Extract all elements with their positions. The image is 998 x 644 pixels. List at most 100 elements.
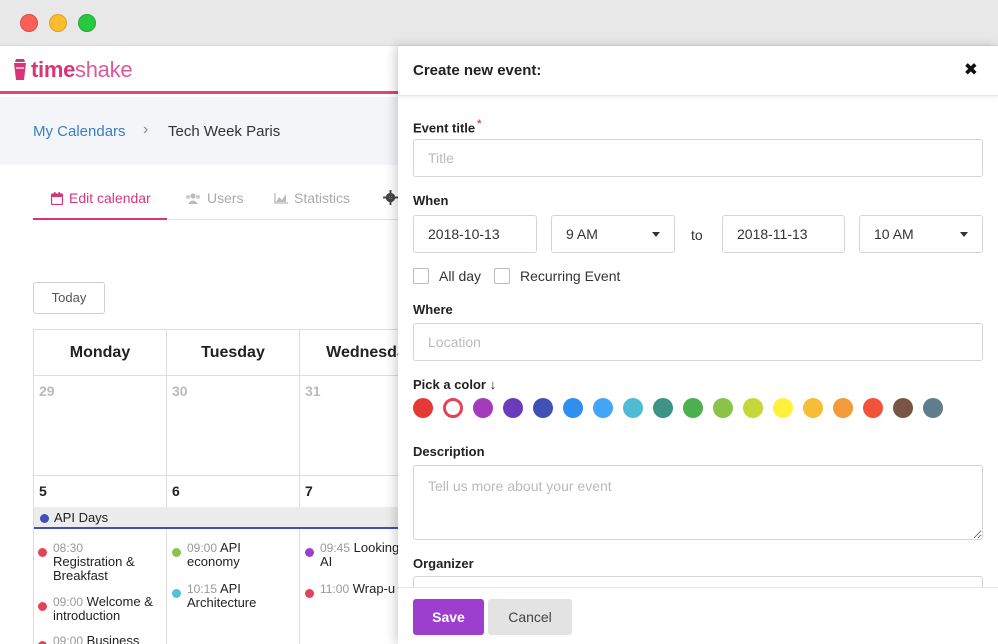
today-button[interactable]: Today xyxy=(33,282,105,314)
color-swatch[interactable] xyxy=(533,398,553,418)
event-time: 09:00 xyxy=(53,634,84,644)
event-time: 09:00 xyxy=(187,541,218,555)
event-item[interactable]: 09:00 API economy xyxy=(172,541,292,569)
event-time: 09:45 xyxy=(320,541,351,555)
maximize-window-button[interactable] xyxy=(78,14,96,32)
end-time-select[interactable]: 10 AM xyxy=(859,215,983,253)
users-icon xyxy=(186,192,200,204)
start-time-select[interactable]: 9 AM xyxy=(551,215,675,253)
color-swatch[interactable] xyxy=(623,398,643,418)
save-button[interactable]: Save xyxy=(413,599,484,635)
color-swatch[interactable] xyxy=(893,398,913,418)
end-date-field[interactable]: 2018-11-13 xyxy=(722,215,845,253)
event-item[interactable]: 09:00 Welcome & introduction xyxy=(38,595,166,623)
color-swatch[interactable] xyxy=(803,398,823,418)
pick-color-text: Pick a color ↓ xyxy=(413,377,497,392)
pick-color-label: Pick a color ↓ xyxy=(413,377,496,392)
chevron-right-icon: › xyxy=(143,121,149,138)
calendar-tabs: Edit calendar Users Statistics xyxy=(33,184,413,220)
event-item[interactable]: 10:15 API Architecture xyxy=(172,582,292,610)
event-item[interactable]: 09:00 Business xyxy=(38,634,166,644)
color-swatch[interactable] xyxy=(413,398,433,418)
allday-event-title: API Days xyxy=(54,510,109,525)
event-title: Wrap-u xyxy=(352,581,396,596)
recurring-label: Recurring Event xyxy=(520,268,621,284)
event-item[interactable]: 09:45 Looking AI xyxy=(305,541,405,569)
to-label: to xyxy=(691,227,703,243)
event-title-label-text: Event title xyxy=(413,120,476,136)
tab-edit-calendar-label: Edit calendar xyxy=(69,190,151,206)
event-time: 10:15 xyxy=(187,582,218,596)
tab-users[interactable]: Users xyxy=(185,190,244,206)
event-color-dot xyxy=(172,589,181,598)
event-color-dot xyxy=(305,589,314,598)
logo-text-shake: shake xyxy=(75,57,133,82)
event-title: Business xyxy=(86,633,140,644)
color-picker xyxy=(413,398,993,418)
day-header-tuesday: Tuesday xyxy=(167,330,300,375)
event-color-dot xyxy=(305,548,314,557)
all-day-label: All day xyxy=(439,268,482,284)
day-cell[interactable]: 30 xyxy=(167,375,300,475)
caret-down-icon xyxy=(652,232,660,237)
event-color-dot xyxy=(172,548,181,557)
event-color-dot xyxy=(38,548,47,557)
event-color-dot xyxy=(38,602,47,611)
color-swatch[interactable] xyxy=(443,398,463,418)
breadcrumb-current: Tech Week Paris xyxy=(168,123,281,140)
day-number: 30 xyxy=(172,383,188,399)
color-swatch[interactable] xyxy=(473,398,493,418)
all-day-option[interactable]: All day xyxy=(413,268,481,284)
chart-icon xyxy=(274,192,288,204)
gear-icon xyxy=(383,190,398,205)
event-time: 09:00 xyxy=(53,595,84,609)
minimize-window-button[interactable] xyxy=(49,14,67,32)
close-window-button[interactable] xyxy=(20,14,38,32)
event-time: 11:00 xyxy=(320,582,350,596)
tab-settings[interactable] xyxy=(383,190,398,205)
timeshake-logo[interactable]: time shake xyxy=(13,57,133,83)
calendar-icon xyxy=(51,191,63,205)
color-swatch[interactable] xyxy=(773,398,793,418)
color-swatch[interactable] xyxy=(863,398,883,418)
breadcrumb-my-calendars-link[interactable]: My Calendars xyxy=(33,123,126,140)
location-input[interactable] xyxy=(413,323,983,361)
day-header-monday: Monday xyxy=(34,330,167,375)
color-swatch[interactable] xyxy=(563,398,583,418)
day-number: 31 xyxy=(305,383,321,399)
end-time-value: 10 AM xyxy=(874,226,914,242)
event-title-input[interactable] xyxy=(413,139,983,177)
allday-event-api-days[interactable]: API Days xyxy=(34,507,434,529)
color-swatch[interactable] xyxy=(923,398,943,418)
description-label: Description xyxy=(413,444,485,459)
day-number: 29 xyxy=(39,383,55,399)
calendar-grid: Monday Tuesday Wednesda 29 30 31 5 6 7 A… xyxy=(33,329,434,644)
color-swatch[interactable] xyxy=(503,398,523,418)
day-cell[interactable]: 29 xyxy=(34,375,167,475)
all-day-checkbox[interactable] xyxy=(413,268,429,284)
cancel-button[interactable]: Cancel xyxy=(488,599,572,635)
recurring-checkbox[interactable] xyxy=(494,268,510,284)
day-number: 5 xyxy=(39,483,47,499)
event-item[interactable]: 08:30 Registration & Breakfast xyxy=(38,541,166,583)
close-icon[interactable]: ✖ xyxy=(964,60,978,80)
create-event-panel: Create new event: ✖ Event title* When 20… xyxy=(398,46,998,644)
event-time: 08:30 xyxy=(53,541,84,555)
color-swatch[interactable] xyxy=(743,398,763,418)
tab-statistics[interactable]: Statistics xyxy=(274,190,350,206)
event-color-dot xyxy=(40,514,49,523)
color-swatch[interactable] xyxy=(653,398,673,418)
recurring-option[interactable]: Recurring Event xyxy=(494,268,620,284)
color-swatch[interactable] xyxy=(683,398,703,418)
start-time-value: 9 AM xyxy=(566,226,598,242)
color-swatch[interactable] xyxy=(593,398,613,418)
tab-edit-calendar[interactable]: Edit calendar xyxy=(51,190,151,206)
panel-title: Create new event: xyxy=(413,62,542,79)
description-input[interactable] xyxy=(413,465,983,540)
caret-down-icon xyxy=(960,232,968,237)
color-swatch[interactable] xyxy=(713,398,733,418)
panel-header: Create new event: ✖ xyxy=(398,46,998,96)
start-date-field[interactable]: 2018-10-13 xyxy=(413,215,537,253)
color-swatch[interactable] xyxy=(833,398,853,418)
active-tab-underline xyxy=(33,218,167,220)
